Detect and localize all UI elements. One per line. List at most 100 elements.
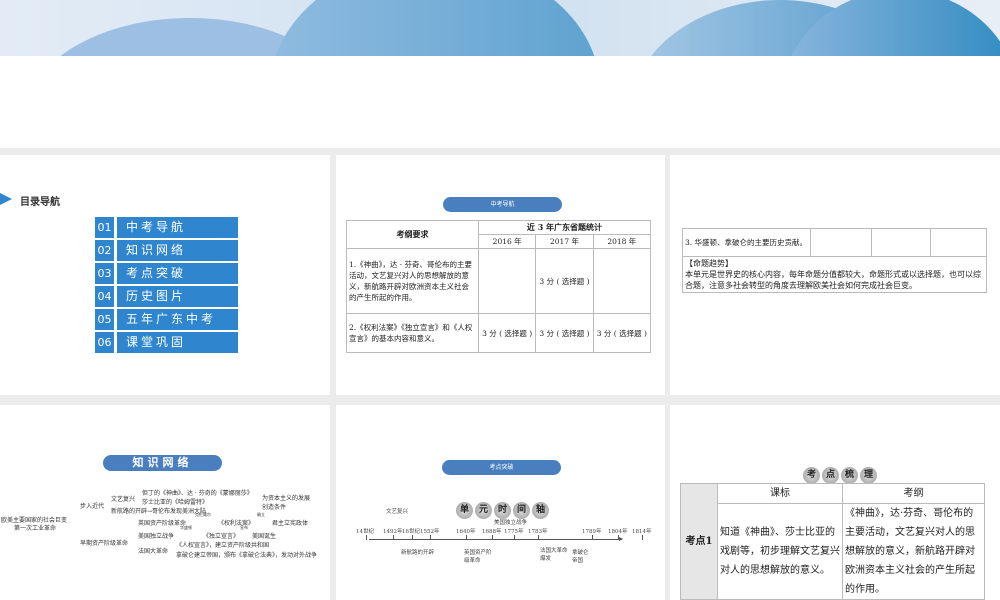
timeline-tick	[393, 535, 394, 540]
tick-label: 1688年	[482, 529, 502, 535]
mindmap-node: 新航路的开辟→哥伦布发现美洲大陆	[111, 508, 207, 515]
slide-thumbnail-1[interactable]: 目录导航 01 中考导航 02 知识网络 03 考点突破 04 历史图片 05 五年广东中考 06 课…	[0, 155, 330, 395]
menu-item-05[interactable]: 05 五年广东中考	[95, 309, 238, 330]
title-char: 考	[803, 467, 820, 484]
timeline-label: 法国大革命爆发	[540, 548, 568, 562]
menu-number: 05	[95, 309, 114, 330]
slide-thumbnail-6[interactable]: 考点梳理 考点1 课标 考纲 知道《神曲》、莎士比亚的戏剧等，初步理解文艺复兴对…	[670, 405, 1000, 600]
slide-header: 目录导航	[20, 197, 60, 208]
tick-label: 1789年	[582, 529, 602, 535]
title-char: 理	[860, 467, 877, 484]
kebiao-cell: 知道《神曲》、莎士比亚的戏剧等，初步理解文艺复兴对人的思想解放的意义。	[717, 503, 843, 600]
slide-thumbnail-4[interactable]: 知识网络 欧美主要国家的社会巨变 第一次工业革命 步入近代 早期资产阶级革命 文…	[0, 405, 330, 600]
tick-label: 1492年	[383, 529, 403, 535]
timeline-tick	[538, 535, 539, 540]
mindmap-branch: 步入近代	[80, 503, 105, 510]
mindmap-node: 《独立宣言》	[203, 533, 240, 540]
header-stats: 近 3 年广东省题统计	[478, 220, 651, 235]
arrow-label: 宣布	[240, 525, 248, 530]
exam-table-continued: 3. 华盛顿、拿破仑的主要历史贡献。 【命题趋势】本单元是世界史的核心内容，每年…	[682, 228, 987, 293]
trend-text: 本单元是世界史的核心内容，每年命题分值都较大，命题形式或以选择题，也可以综合题，…	[685, 270, 981, 290]
year-2017: 2017 年	[535, 234, 594, 249]
score-cell: 3 分 ( 选择题 )	[535, 248, 594, 314]
score-cell	[592, 248, 652, 314]
current-slide-preview	[0, 0, 1000, 148]
menu-label: 知识网络	[117, 240, 238, 261]
timeline-label: 拿破仑帝国	[572, 550, 589, 564]
mindmap-node: 但丁的《神曲》、达 · 芬奇的《蒙娜丽莎》	[142, 490, 253, 497]
section-pill: 知识网络	[103, 455, 222, 471]
tick-label: 16世纪	[402, 529, 420, 535]
header-kaogang: 考纲	[842, 483, 985, 504]
menu-item-06[interactable]: 06 课堂巩固	[95, 332, 238, 353]
arrow-label: 华盛顿	[180, 525, 192, 530]
timeline-tick	[366, 535, 367, 540]
title-char: 间	[513, 502, 530, 519]
menu-number: 01	[95, 217, 114, 238]
score-cell: 3 分 ( 选择题 )	[477, 313, 537, 353]
menu-number: 04	[95, 286, 114, 307]
mindmap-node: 美国独立战争	[138, 533, 175, 540]
tick-label: 1640年	[456, 529, 476, 535]
tick-label: 1814年	[632, 529, 652, 535]
timeline-tick	[592, 535, 593, 540]
mindmap-node: 英国资产阶级革命	[138, 520, 187, 527]
timeline-tick	[412, 535, 413, 540]
menu-number: 06	[95, 332, 114, 353]
title-char: 轴	[532, 502, 549, 519]
timeline-arrow-icon	[619, 537, 623, 541]
arrow-label: 确立	[257, 512, 265, 517]
header-arrow-icon	[0, 193, 12, 205]
timeline-tick	[618, 535, 619, 540]
tick-label: 1552年	[420, 529, 440, 535]
section-title: 考点梳理	[803, 462, 879, 484]
menu-item-03[interactable]: 03 考点突破	[95, 263, 238, 284]
tick-label: 14世纪	[356, 529, 374, 535]
mindmap-node: 文艺复兴	[111, 496, 136, 503]
req-cell: 1.《神曲》，达 · 芬奇、哥伦布的主要活动，文艺复兴对人的思想解放的意义，新航…	[346, 248, 479, 314]
section-pill: 中考导航	[443, 197, 562, 212]
timeline-label: 美国独立战争	[494, 520, 528, 526]
mindmap-node: 美国诞生	[252, 533, 277, 540]
timeline-axis	[369, 539, 622, 540]
mindmap-node: 《权利法案》	[218, 520, 255, 527]
tick-label: 1775年	[504, 529, 524, 535]
menu-item-01[interactable]: 01 中考导航	[95, 217, 238, 238]
score-cell	[477, 248, 537, 314]
req-cell: 3. 华盛顿、拿破仑的主要历史贡献。	[682, 228, 811, 257]
mindmap-node: 《人权宣言》，建立资产阶级共和国	[176, 542, 270, 549]
menu-item-02[interactable]: 02 知识网络	[95, 240, 238, 261]
year-2018: 2018 年	[592, 234, 652, 249]
score-cell: 3 分 ( 选择题 )	[592, 313, 652, 353]
section-pill: 考点突破	[442, 460, 561, 475]
timeline-label: 文艺复兴	[386, 509, 409, 515]
title-char: 梳	[841, 467, 858, 484]
req-cell: 2.《权利法案》《独立宣言》和《人权宣言》的基本内容和意义。	[346, 313, 479, 353]
mindmap-node: 拿破仑建立帝国，颁布《拿破仑法典》，发动对外战争	[176, 552, 318, 559]
timeline-tick	[430, 535, 431, 540]
timeline-label: 英国资产阶级革命	[464, 550, 492, 564]
slide-thumbnail-2[interactable]: 中考导航 考纲要求 近 3 年广东省题统计 2016 年 2017 年 2018 年…	[336, 155, 665, 395]
row-label: 考点1	[680, 483, 718, 600]
menu-number: 03	[95, 263, 114, 284]
trend-title: 【命题趋势】	[685, 259, 733, 268]
menu-item-04[interactable]: 04 历史图片	[95, 286, 238, 307]
kaogang-cell: 《神曲》，达·芬奇、哥伦布的主要活动，文艺复兴对人的思想解放的意义，新航路开辟对…	[842, 503, 985, 600]
timeline-label: 新航路的开辟	[401, 550, 435, 556]
timeline-tick	[642, 535, 643, 540]
menu-label: 考点突破	[117, 263, 238, 284]
title-char: 单	[456, 502, 473, 519]
title-char: 时	[494, 502, 511, 519]
slide-thumbnail-5[interactable]: 考点突破 单元时间轴 14世纪 1492年 16世纪 1552年 1640年 1688年 1…	[336, 405, 665, 600]
mindmap-branch: 早期资产阶级革命	[80, 540, 129, 547]
header-kebiao: 课标	[717, 483, 843, 504]
header-requirement: 考纲要求	[346, 220, 479, 249]
tick-label: 1783年	[528, 529, 548, 535]
tick-label: 1804年	[608, 529, 628, 535]
score-cell: 3 分 ( 选择题 )	[535, 313, 594, 353]
menu-number: 02	[95, 240, 114, 261]
menu-label: 历史图片	[117, 286, 238, 307]
mindmap-node: 莎士比亚的《哈姆雷特》	[142, 499, 209, 506]
menu-label: 中考导航	[117, 217, 238, 238]
slide-thumbnail-3[interactable]: 3. 华盛顿、拿破仑的主要历史贡献。 【命题趋势】本单元是世界史的核心内容，每年…	[670, 155, 1000, 395]
